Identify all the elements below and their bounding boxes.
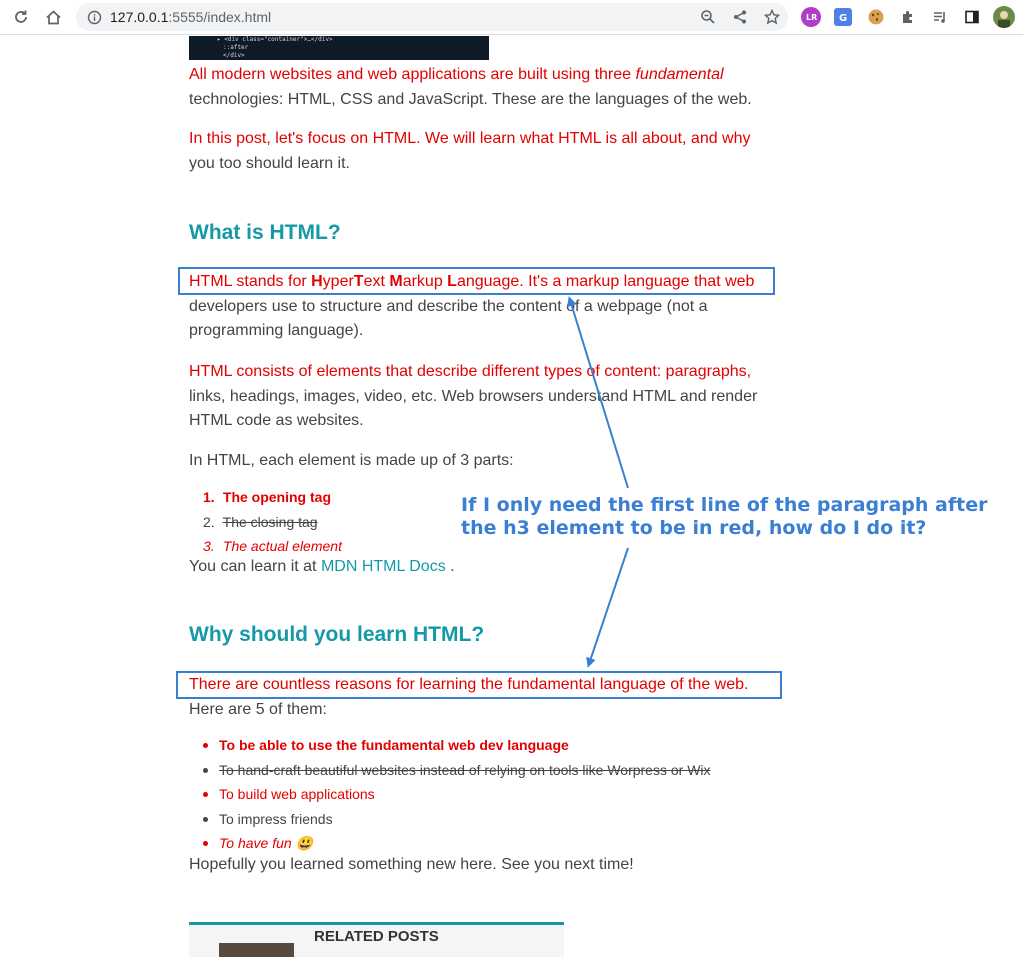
text: you too should learn it. bbox=[189, 154, 350, 172]
media-controls-icon[interactable] bbox=[929, 6, 951, 28]
side-panel-icon[interactable] bbox=[961, 6, 983, 28]
heading-what-is-html: What is HTML? bbox=[189, 221, 341, 244]
url-path: /index.html bbox=[203, 9, 272, 25]
annotation-line: If I only need the first line of the par… bbox=[461, 494, 988, 516]
list-number: 1. bbox=[203, 489, 215, 505]
intro-paragraph-2: In this post, let's focus on HTML. We wi… bbox=[189, 127, 784, 176]
reload-icon[interactable] bbox=[10, 6, 32, 28]
profile-avatar[interactable] bbox=[993, 6, 1015, 28]
code-line: ▸ <div class="container">…</div> bbox=[217, 36, 333, 43]
list-item: To have fun 😃 bbox=[189, 831, 789, 856]
related-post-thumbnail[interactable] bbox=[219, 943, 294, 957]
svg-text:G: G bbox=[839, 13, 847, 23]
what-paragraph-2: HTML consists of elements that describe … bbox=[189, 360, 784, 434]
list-item: To be able to use the fundamental web de… bbox=[189, 733, 789, 758]
list-item: To build web applications bbox=[189, 782, 789, 807]
bullet-dot bbox=[203, 841, 208, 846]
share-icon[interactable] bbox=[730, 7, 750, 27]
what-2-first-line: HTML consists of elements that describe … bbox=[189, 363, 752, 380]
emphasis: fundamental bbox=[635, 66, 724, 83]
list-text: The actual element bbox=[222, 538, 342, 554]
bullet-dot bbox=[203, 816, 208, 822]
list-text: To build web applications bbox=[219, 786, 375, 802]
bullet-dot bbox=[203, 767, 208, 773]
intro-2-first-line: In this post, let's focus on HTML. We wi… bbox=[189, 130, 751, 147]
text: All modern websites and web applications… bbox=[189, 66, 636, 83]
text: You can learn it at bbox=[189, 558, 321, 575]
text: links, headings, images, video, etc. Web… bbox=[189, 387, 758, 430]
closing-paragraph: Hopefully you learned something new here… bbox=[189, 856, 634, 873]
cookie-icon[interactable] bbox=[866, 7, 886, 27]
site-info-icon[interactable] bbox=[84, 7, 104, 27]
code-line: ::after bbox=[223, 44, 249, 51]
zoom-icon[interactable] bbox=[698, 7, 718, 27]
intro-first-line: All modern websites and web applications… bbox=[189, 66, 724, 83]
list-item: To impress friends bbox=[189, 807, 789, 832]
extensions-puzzle-icon[interactable] bbox=[897, 6, 919, 28]
unordered-list: To be able to use the fundamental web de… bbox=[189, 733, 789, 856]
url-host: 127.0.0.1 bbox=[110, 9, 169, 25]
extension-lr-icon[interactable]: LR bbox=[801, 7, 821, 27]
list-text: To impress friends bbox=[219, 810, 333, 827]
list-text: To be able to use the fundamental web de… bbox=[219, 737, 569, 753]
url-text[interactable]: 127.0.0.1:5555/index.html bbox=[110, 9, 271, 25]
code-screenshot-image: ▸ <div class="container">…</div> ::after… bbox=[189, 36, 489, 60]
list-text: The opening tag bbox=[222, 489, 331, 505]
list-number: 2. bbox=[203, 513, 215, 530]
list-item: To hand-craft beautiful websites instead… bbox=[189, 758, 789, 783]
translate-icon[interactable]: G bbox=[834, 8, 852, 26]
annotation-question: If I only need the first line of the par… bbox=[461, 494, 1001, 540]
highlight-box-first-line bbox=[178, 267, 775, 295]
svg-text:LR: LR bbox=[806, 13, 817, 22]
text: technologies: HTML, CSS and JavaScript. … bbox=[189, 90, 752, 108]
text: Here are 5 of them: bbox=[189, 700, 327, 718]
related-posts-title: RELATED POSTS bbox=[314, 928, 439, 945]
bullet-dot bbox=[203, 792, 208, 797]
list-text: To have fun 😃 bbox=[219, 835, 313, 851]
text: developers use to structure and describe… bbox=[189, 297, 708, 340]
list-text: The closing tag bbox=[222, 513, 318, 530]
url-port: :5555 bbox=[168, 9, 204, 25]
mdn-docs-link[interactable]: MDN HTML Docs bbox=[321, 558, 446, 575]
bullet-dot bbox=[203, 743, 208, 748]
intro-paragraph-1: All modern websites and web applications… bbox=[189, 63, 784, 112]
highlight-box-second-line bbox=[176, 671, 782, 699]
text: . bbox=[445, 558, 455, 575]
related-posts-section: RELATED POSTS bbox=[189, 922, 564, 957]
learn-paragraph: You can learn it at MDN HTML Docs . bbox=[189, 555, 784, 580]
code-line: </div> bbox=[223, 52, 245, 59]
browser-toolbar: 127.0.0.1:5555/index.html LR G bbox=[0, 0, 1023, 35]
home-icon[interactable] bbox=[42, 6, 64, 28]
annotation-line: the h3 element to be in red, how do I do… bbox=[461, 517, 927, 539]
bookmark-star-icon[interactable] bbox=[762, 7, 782, 27]
address-bar[interactable]: 127.0.0.1:5555/index.html bbox=[76, 3, 788, 31]
list-text: To hand-craft beautiful websites instead… bbox=[219, 761, 711, 778]
heading-why-learn-html: Why should you learn HTML? bbox=[189, 623, 485, 646]
what-paragraph-3: In HTML, each element is made up of 3 pa… bbox=[189, 452, 514, 469]
